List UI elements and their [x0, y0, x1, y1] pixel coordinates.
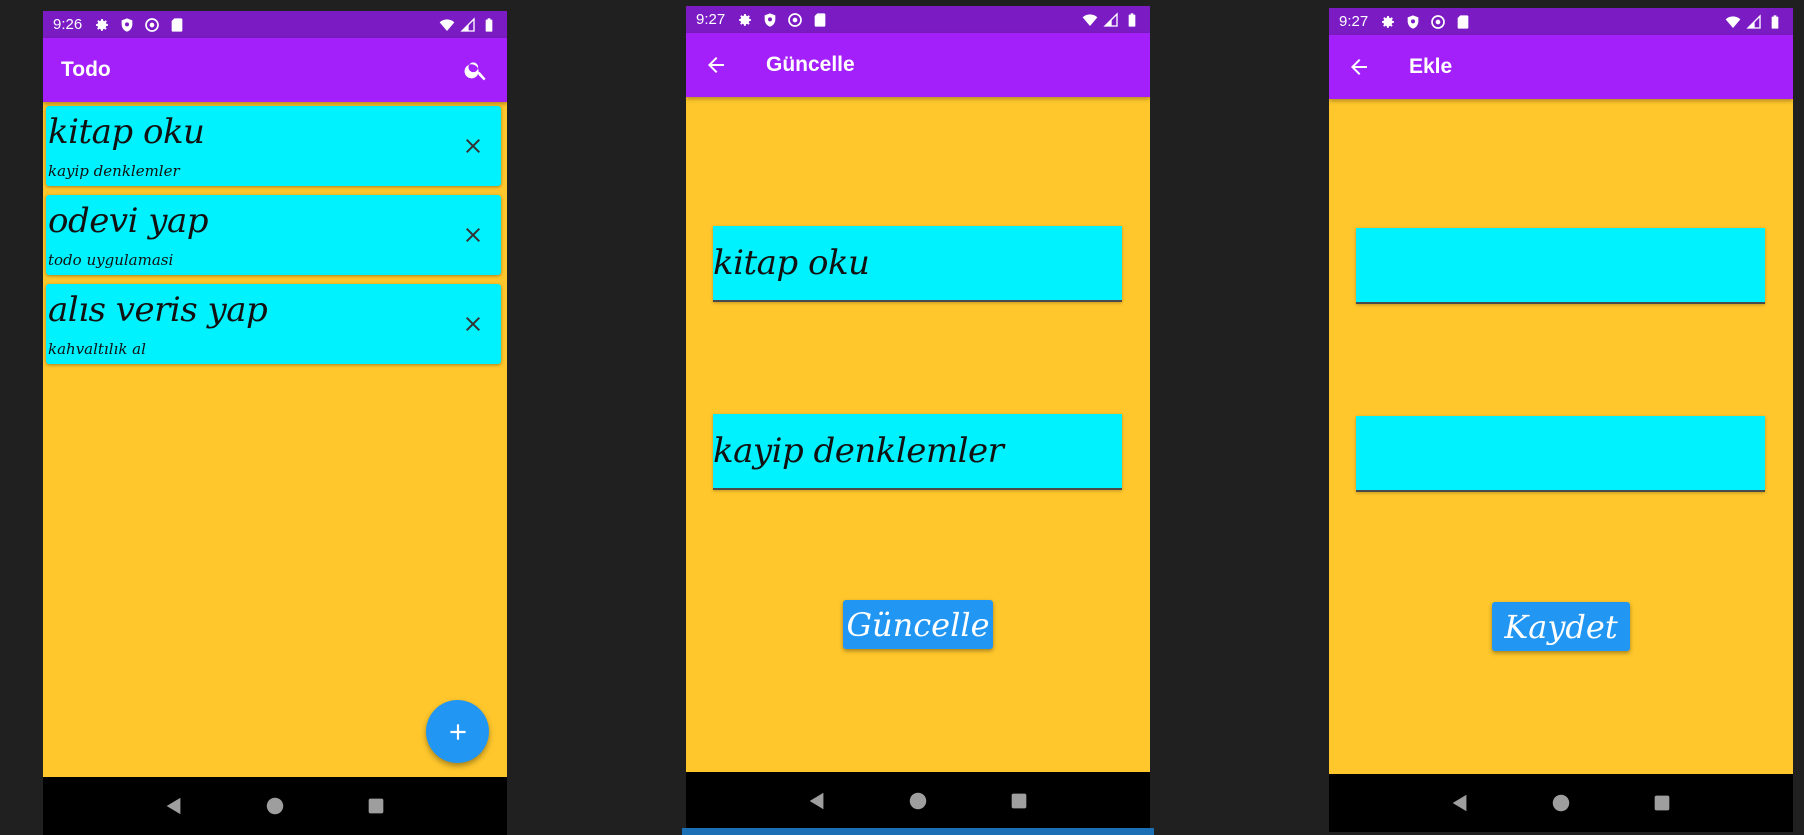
update-screen: 9:27 Güncelle kitap oku kayip denklemler… — [686, 6, 1150, 830]
sync-icon — [787, 12, 803, 28]
wifi-icon — [1082, 12, 1098, 28]
navigation-bar — [1329, 774, 1793, 832]
gear-icon — [1380, 14, 1396, 30]
todo-title: kitap oku — [48, 112, 205, 152]
update-button[interactable]: Güncelle — [843, 600, 993, 649]
todo-subtitle: todo uygulamasi — [48, 251, 174, 269]
add-todo-button[interactable] — [426, 700, 489, 763]
save-button[interactable]: Kaydet — [1492, 602, 1630, 651]
todo-card[interactable]: alıs veris yap kahvaltılık al — [46, 284, 501, 364]
app-bar: Todo — [43, 38, 507, 102]
app-bar: Güncelle — [686, 33, 1150, 97]
nav-back-icon[interactable] — [1449, 792, 1471, 814]
add-screen: 9:27 Ekle Kaydet — [1329, 8, 1793, 832]
gear-icon — [94, 17, 110, 33]
description-field[interactable] — [1356, 416, 1765, 492]
window-focus-bar — [682, 828, 1154, 835]
shield-icon — [1405, 14, 1421, 30]
status-time: 9:26 — [53, 16, 83, 33]
battery-icon — [1124, 12, 1140, 28]
shield-icon — [762, 12, 778, 28]
navigation-bar — [43, 777, 507, 835]
close-icon[interactable] — [461, 134, 485, 158]
sync-icon — [144, 17, 160, 33]
wifi-icon — [439, 17, 455, 33]
wifi-icon — [1725, 14, 1741, 30]
page-title: Güncelle — [766, 53, 855, 76]
nav-back-icon[interactable] — [806, 790, 828, 812]
status-time: 9:27 — [696, 11, 726, 28]
signal-icon — [1103, 12, 1119, 28]
signal-icon — [460, 17, 476, 33]
todo-list-screen: 9:26 Todo kitap oku kayip denklemler ode… — [43, 11, 507, 835]
page-title: Todo — [61, 58, 111, 81]
close-icon[interactable] — [461, 223, 485, 247]
gear-icon — [737, 12, 753, 28]
status-bar: 9:27 — [686, 6, 1150, 33]
status-bar: 9:27 — [1329, 8, 1793, 35]
status-bar: 9:26 — [43, 11, 507, 38]
back-arrow-icon[interactable] — [704, 53, 728, 77]
title-field[interactable]: kitap oku — [713, 226, 1122, 302]
nav-home-icon[interactable] — [907, 790, 929, 812]
plus-icon — [445, 719, 471, 745]
search-icon[interactable] — [463, 57, 489, 83]
sd-card-icon — [1455, 14, 1471, 30]
app-bar: Ekle — [1329, 35, 1793, 99]
description-field[interactable]: kayip denklemler — [713, 414, 1122, 490]
back-arrow-icon[interactable] — [1347, 55, 1371, 79]
title-field[interactable] — [1356, 228, 1765, 304]
signal-icon — [1746, 14, 1762, 30]
page-title: Ekle — [1409, 55, 1453, 78]
todo-title: alıs veris yap — [48, 290, 268, 330]
sd-card-icon — [812, 12, 828, 28]
navigation-bar — [686, 772, 1150, 830]
todo-subtitle: kahvaltılık al — [48, 340, 146, 358]
nav-recents-icon[interactable] — [1651, 792, 1673, 814]
battery-icon — [481, 17, 497, 33]
nav-home-icon[interactable] — [264, 795, 286, 817]
nav-back-icon[interactable] — [163, 795, 185, 817]
battery-icon — [1767, 14, 1783, 30]
todo-card[interactable]: odevi yap todo uygulamasi — [46, 195, 501, 275]
description-field-value: kayip denklemler — [713, 431, 1004, 471]
todo-card[interactable]: kitap oku kayip denklemler — [46, 106, 501, 186]
nav-recents-icon[interactable] — [1008, 790, 1030, 812]
nav-home-icon[interactable] — [1550, 792, 1572, 814]
todo-title: odevi yap — [48, 201, 209, 241]
sync-icon — [1430, 14, 1446, 30]
title-field-value: kitap oku — [713, 243, 870, 283]
nav-recents-icon[interactable] — [365, 795, 387, 817]
shield-icon — [119, 17, 135, 33]
todo-subtitle: kayip denklemler — [48, 162, 180, 180]
close-icon[interactable] — [461, 312, 485, 336]
status-time: 9:27 — [1339, 13, 1369, 30]
sd-card-icon — [169, 17, 185, 33]
